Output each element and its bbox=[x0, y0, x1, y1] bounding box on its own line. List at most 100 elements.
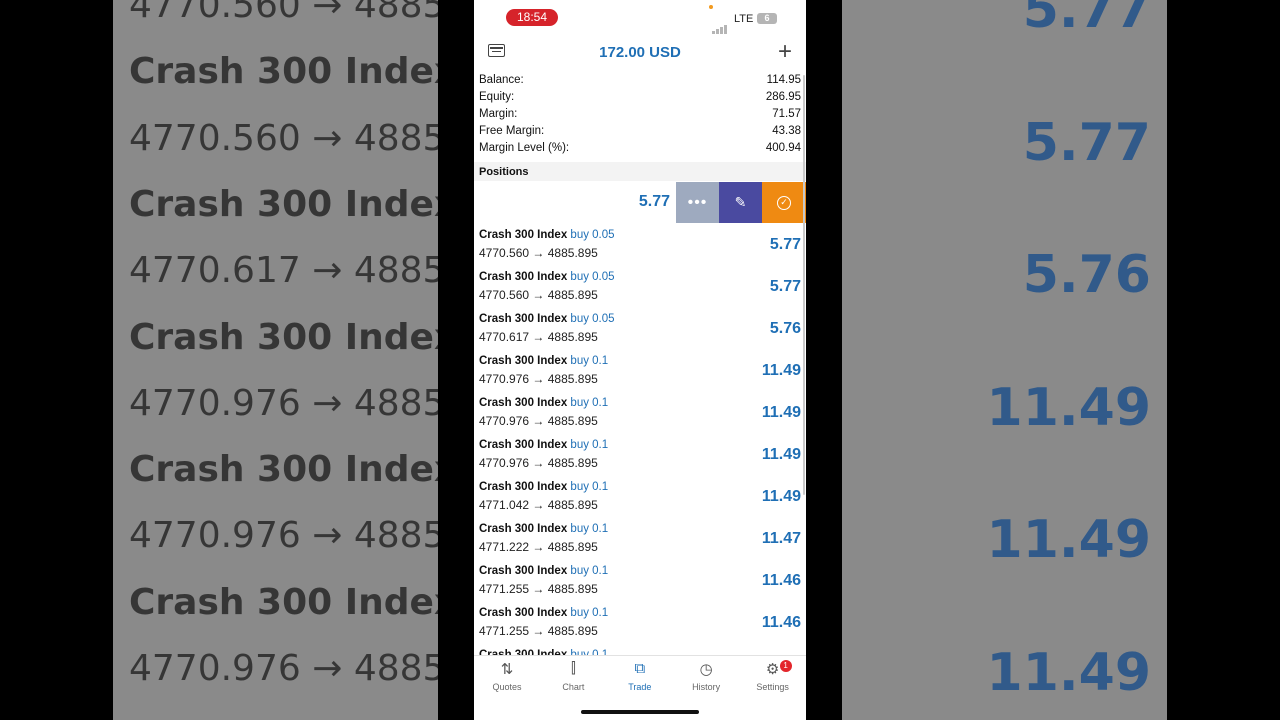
position-row[interactable]: Crash 300 Index buy 0.05 4770.560 → 4885.… bbox=[474, 267, 806, 309]
position-row[interactable]: Crash 300 Index buy 0.05 4770.560 → 4885.… bbox=[474, 225, 806, 267]
bg-position-profit: 5.77 bbox=[1022, 0, 1151, 40]
history-icon: ◷ bbox=[699, 661, 713, 678]
network-label: LTE bbox=[734, 13, 754, 25]
modify-position-button[interactable]: ✎ bbox=[719, 182, 762, 223]
position-symbol: Crash 300 Index bbox=[479, 523, 568, 535]
summary-row: Margin: 71.57 bbox=[474, 106, 806, 123]
current-price: 4885.895 bbox=[547, 498, 598, 512]
position-profit: 11.49 bbox=[761, 446, 801, 463]
open-price: 4770.560 bbox=[479, 288, 530, 302]
position-symbol: Crash 300 Index bbox=[479, 355, 568, 367]
open-price: 4771.255 bbox=[479, 582, 530, 596]
tab-label: Quotes bbox=[492, 682, 522, 692]
position-row[interactable]: Crash 300 Index buy 0.1 4771.255 → 4885.8… bbox=[474, 603, 806, 645]
position-row[interactable]: Crash 300 Index buy 0.1 4770.976 → 4885.8… bbox=[474, 435, 806, 477]
position-title: Crash 300 Index buy 0.1 bbox=[479, 481, 608, 493]
position-symbol: Crash 300 Index bbox=[479, 397, 568, 409]
position-direction: buy 0.05 bbox=[570, 229, 615, 241]
position-profit: 5.77 bbox=[769, 236, 801, 253]
position-prices: 4771.222 → 4885.895 bbox=[479, 540, 598, 554]
arrow-icon: → bbox=[532, 456, 545, 470]
position-prices: 4771.255 → 4885.895 bbox=[479, 624, 598, 638]
position-direction: buy 0.1 bbox=[570, 565, 609, 577]
position-title: Crash 300 Index buy 0.1 bbox=[479, 355, 608, 367]
notification-badge: 1 bbox=[779, 660, 792, 672]
page-title: 172.00 USD bbox=[599, 44, 681, 61]
position-profit: 11.49 bbox=[761, 362, 801, 379]
bg-position-profit: 11.49 bbox=[986, 510, 1151, 570]
battery-icon: 6 bbox=[757, 13, 777, 24]
gear-icon: ⚙ bbox=[765, 661, 780, 678]
position-title: Crash 300 Index buy 0.1 bbox=[479, 565, 608, 577]
tab-label: Chart bbox=[562, 682, 585, 692]
position-row[interactable]: Crash 300 Index buy 0.1 4771.222 → 4885.8… bbox=[474, 519, 806, 561]
current-price: 4885.895 bbox=[547, 414, 598, 428]
new-order-button[interactable]: + bbox=[778, 38, 792, 66]
current-price: 4885.895 bbox=[547, 624, 598, 638]
position-row[interactable]: Crash 300 Index buy 0.1 4770.976 → 4885.8… bbox=[474, 393, 806, 435]
position-direction: buy 0.1 bbox=[570, 481, 609, 493]
bg-position-price: 4770.976 → 4885 bbox=[129, 382, 438, 424]
position-direction: buy 0.1 bbox=[570, 607, 609, 619]
position-title: Crash 300 Index buy 0.1 bbox=[479, 439, 608, 451]
positions-header: Positions bbox=[474, 162, 806, 181]
tab-label: Trade bbox=[628, 682, 652, 692]
positions-label: Positions bbox=[479, 166, 529, 178]
arrow-icon: → bbox=[532, 246, 545, 260]
summary-value: 43.38 bbox=[772, 125, 801, 137]
position-profit: 11.49 bbox=[761, 404, 801, 421]
home-indicator[interactable] bbox=[581, 710, 699, 714]
position-row[interactable]: Crash 300 Index buy 0.1 4770.976 → 4885.8… bbox=[474, 351, 806, 393]
position-row[interactable]: Crash 300 Index buy 0.1 4771.255 → 4885.8… bbox=[474, 561, 806, 603]
position-direction: buy 0.1 bbox=[570, 439, 609, 451]
tab-quotes[interactable]: ⇅ Quotes bbox=[474, 660, 540, 692]
bg-symbol: Crash 300 Index bbox=[129, 316, 438, 358]
close-position-button[interactable]: ✓ bbox=[762, 182, 806, 223]
position-row[interactable]: Crash 300 Index buy 0.1 4771.042 → 4885.8… bbox=[474, 477, 806, 519]
bg-position-title: Crash 300 Index buy bbox=[129, 51, 438, 92]
bg-position-price: 4770.560 → 4885 bbox=[129, 117, 438, 159]
trade-header: 172.00 USD + bbox=[474, 36, 806, 70]
swiped-position-row[interactable]: 5.77 ••• ✎ ✓ bbox=[474, 182, 806, 223]
bg-position-price: 4770.976 → 4885 bbox=[129, 648, 438, 689]
position-row[interactable]: Crash 300 Index buy 0.05 4770.617 → 4885.… bbox=[474, 309, 806, 351]
arrow-icon: → bbox=[532, 414, 545, 428]
arrow-icon: → bbox=[532, 498, 545, 512]
position-title: Crash 300 Index buy 0.1 bbox=[479, 523, 608, 535]
tab-trade[interactable]: ⧉ Trade bbox=[607, 660, 673, 692]
summary-value: 286.95 bbox=[765, 91, 801, 103]
bg-position-profit: 5.77 bbox=[1022, 112, 1151, 173]
position-title: Crash 300 Index buy 0.05 bbox=[479, 229, 615, 241]
current-price: 4885.895 bbox=[547, 540, 598, 554]
position-prices: 4770.976 → 4885.895 bbox=[479, 414, 598, 428]
position-prices: 4771.042 → 4885.895 bbox=[479, 498, 598, 512]
position-symbol: Crash 300 Index bbox=[479, 481, 568, 493]
quotes-icon: ⇅ bbox=[500, 661, 514, 678]
position-prices: 4770.617 → 4885.895 bbox=[479, 330, 598, 344]
position-symbol: Crash 300 Index bbox=[479, 313, 568, 325]
position-prices: 4770.976 → 4885.895 bbox=[479, 372, 598, 386]
arrow-icon: → bbox=[532, 288, 545, 302]
position-profit: 5.76 bbox=[769, 320, 801, 337]
bg-position-price: 4770.976 → 4885 bbox=[129, 515, 438, 557]
current-price: 4885.895 bbox=[547, 582, 598, 596]
more-actions-button[interactable]: ••• bbox=[676, 182, 719, 223]
status-time: 18:54 bbox=[506, 9, 558, 26]
tab-settings[interactable]: ⚙ Settings 1 bbox=[740, 660, 806, 692]
bg-position-price: 4770.617 → 4885 bbox=[129, 250, 438, 292]
position-title: Crash 300 Index buy 0.05 bbox=[479, 313, 615, 325]
position-profit: 11.47 bbox=[761, 530, 801, 547]
tab-chart[interactable]: ⫿ Chart bbox=[540, 660, 606, 692]
summary-row: Free Margin: 43.38 bbox=[474, 123, 806, 140]
position-symbol: Crash 300 Index bbox=[479, 229, 568, 241]
summary-row: Balance: 114.95 bbox=[474, 72, 806, 89]
scrollbar[interactable] bbox=[803, 75, 805, 495]
bg-position-profit: 11.49 bbox=[986, 377, 1151, 438]
position-prices: 4770.560 → 4885.895 bbox=[479, 288, 598, 302]
position-direction: buy 0.1 bbox=[570, 355, 609, 367]
position-direction: buy 0.05 bbox=[570, 271, 615, 283]
trade-icon: ⧉ bbox=[634, 660, 646, 677]
position-profit: 11.46 bbox=[761, 572, 801, 589]
tab-history[interactable]: ◷ History bbox=[673, 660, 739, 692]
position-title: Crash 300 Index buy 0.1 bbox=[479, 397, 608, 409]
